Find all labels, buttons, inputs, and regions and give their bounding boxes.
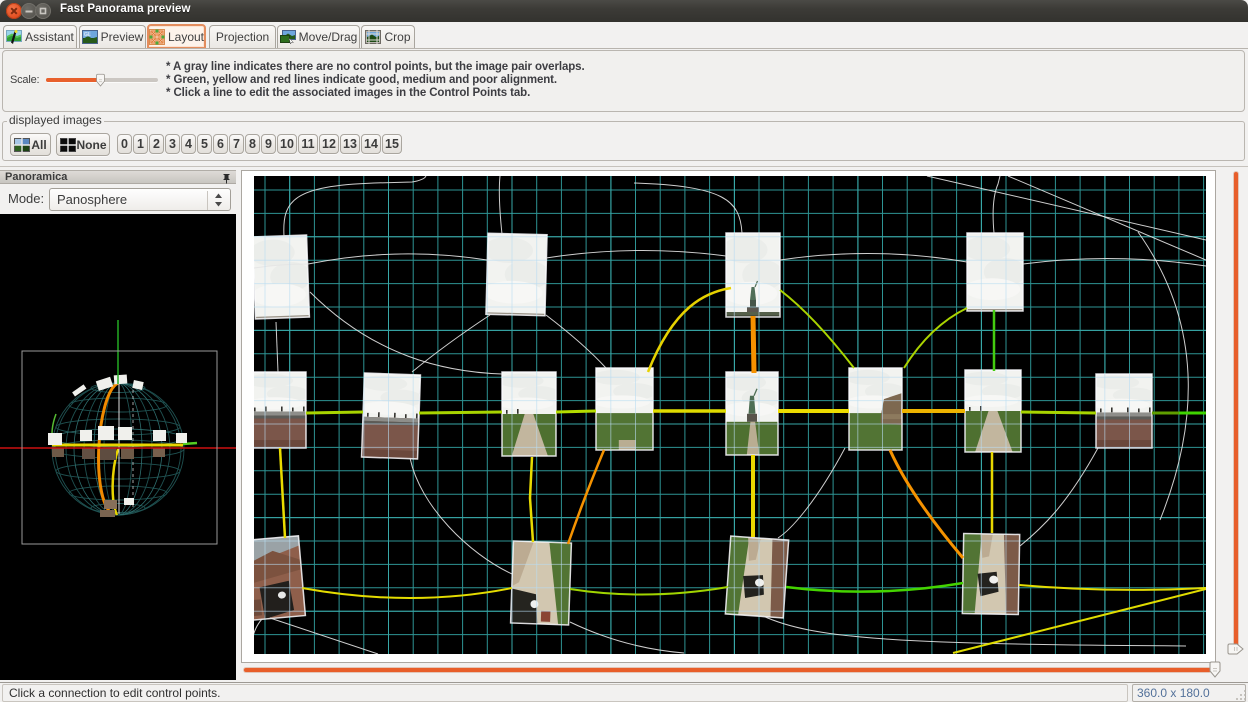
svg-text:GL: GL	[84, 32, 91, 38]
